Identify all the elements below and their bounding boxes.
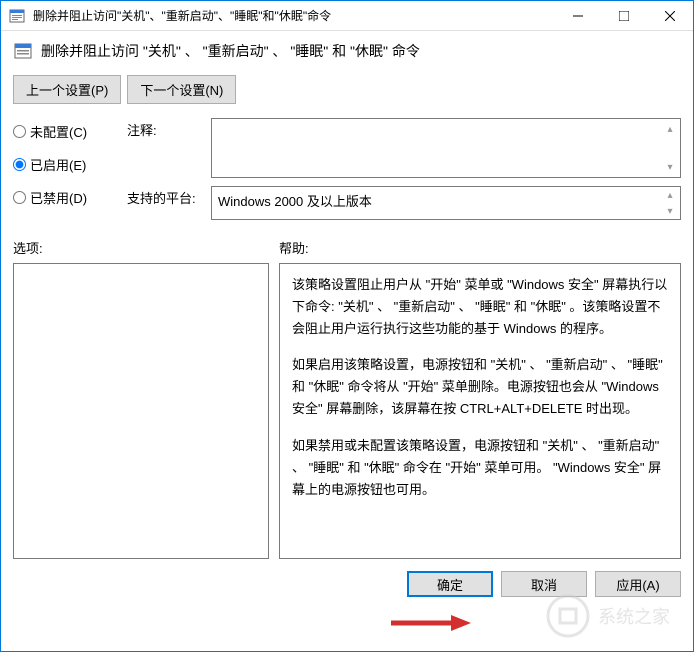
cancel-button[interactable]: 取消: [501, 571, 587, 597]
ok-button[interactable]: 确定: [407, 571, 493, 597]
scroll-down-icon[interactable]: ▾: [662, 159, 678, 175]
radio-disabled[interactable]: 已禁用(D): [13, 188, 113, 207]
button-row: 确定 取消 应用(A): [13, 571, 681, 597]
platform-row: 支持的平台: Windows 2000 及以上版本 ▴ ▾: [127, 186, 681, 220]
comment-label: 注释:: [127, 118, 211, 139]
policy-header-icon: [13, 41, 33, 61]
fields-column: 注释: ▴ ▾ 支持的平台: Windows 2000 及以上版本 ▴ ▾: [127, 118, 681, 228]
options-panel[interactable]: [13, 263, 269, 559]
radio-disabled-label: 已禁用(D): [30, 188, 87, 207]
labels-row: 选项: 帮助:: [13, 238, 681, 257]
platform-value: Windows 2000 及以上版本: [218, 194, 372, 209]
radio-disabled-input[interactable]: [13, 191, 26, 204]
help-paragraph-3: 如果禁用或未配置该策略设置，电源按钮和 "关机" 、 "重新启动" 、 "睡眠"…: [292, 435, 668, 501]
annotation-arrow: [391, 613, 471, 633]
prev-setting-button[interactable]: 上一个设置(P): [13, 75, 121, 104]
dialog-window: 删除并阻止访问"关机"、"重新启动"、"睡眠"和"休眠"命令 删除并阻止访问 "…: [0, 0, 694, 652]
radio-enabled-input[interactable]: [13, 158, 26, 171]
radio-enabled-label: 已启用(E): [30, 155, 86, 174]
options-label: 选项:: [13, 238, 279, 257]
header-title: 删除并阻止访问 "关机" 、 "重新启动" 、 "睡眠" 和 "休眠" 命令: [41, 41, 420, 61]
help-paragraph-1: 该策略设置阻止用户从 "开始" 菜单或 "Windows 安全" 屏幕执行以下命…: [292, 274, 668, 340]
scroll-up-icon[interactable]: ▴: [662, 121, 678, 137]
config-area: 未配置(C) 已启用(E) 已禁用(D) 注释: ▴ ▾: [13, 118, 681, 228]
next-setting-button[interactable]: 下一个设置(N): [127, 75, 236, 104]
nav-row: 上一个设置(P) 下一个设置(N): [13, 75, 681, 104]
platform-label: 支持的平台:: [127, 186, 211, 207]
radio-column: 未配置(C) 已启用(E) 已禁用(D): [13, 118, 113, 228]
radio-not-configured-label: 未配置(C): [30, 122, 87, 141]
platform-textarea[interactable]: Windows 2000 及以上版本 ▴ ▾: [211, 186, 681, 220]
radio-enabled[interactable]: 已启用(E): [13, 155, 113, 174]
comment-textarea[interactable]: ▴ ▾: [211, 118, 681, 178]
scroll-down-icon[interactable]: ▾: [662, 203, 678, 219]
radio-not-configured-input[interactable]: [13, 125, 26, 138]
maximize-button[interactable]: [601, 1, 647, 30]
close-button[interactable]: [647, 1, 693, 30]
content-area: 删除并阻止访问 "关机" 、 "重新启动" 、 "睡眠" 和 "休眠" 命令 上…: [1, 31, 693, 607]
scroll-up-icon[interactable]: ▴: [662, 187, 678, 203]
help-paragraph-2: 如果启用该策略设置，电源按钮和 "关机" 、 "重新启动" 、 "睡眠" 和 "…: [292, 354, 668, 420]
close-icon: [665, 11, 675, 21]
radio-not-configured[interactable]: 未配置(C): [13, 122, 113, 141]
help-label: 帮助:: [279, 238, 681, 257]
minimize-icon: [573, 11, 583, 21]
help-panel[interactable]: 该策略设置阻止用户从 "开始" 菜单或 "Windows 安全" 屏幕执行以下命…: [279, 263, 681, 559]
window-controls: [555, 1, 693, 30]
titlebar-title: 删除并阻止访问"关机"、"重新启动"、"睡眠"和"休眠"命令: [33, 7, 555, 24]
svg-text:系统之家: 系统之家: [598, 607, 670, 627]
titlebar: 删除并阻止访问"关机"、"重新启动"、"睡眠"和"休眠"命令: [1, 1, 693, 31]
panels-row: 该策略设置阻止用户从 "开始" 菜单或 "Windows 安全" 屏幕执行以下命…: [13, 263, 681, 559]
minimize-button[interactable]: [555, 1, 601, 30]
header-row: 删除并阻止访问 "关机" 、 "重新启动" 、 "睡眠" 和 "休眠" 命令: [13, 41, 681, 61]
policy-icon: [9, 8, 25, 24]
apply-button[interactable]: 应用(A): [595, 571, 681, 597]
maximize-icon: [619, 11, 629, 21]
comment-row: 注释: ▴ ▾: [127, 118, 681, 178]
